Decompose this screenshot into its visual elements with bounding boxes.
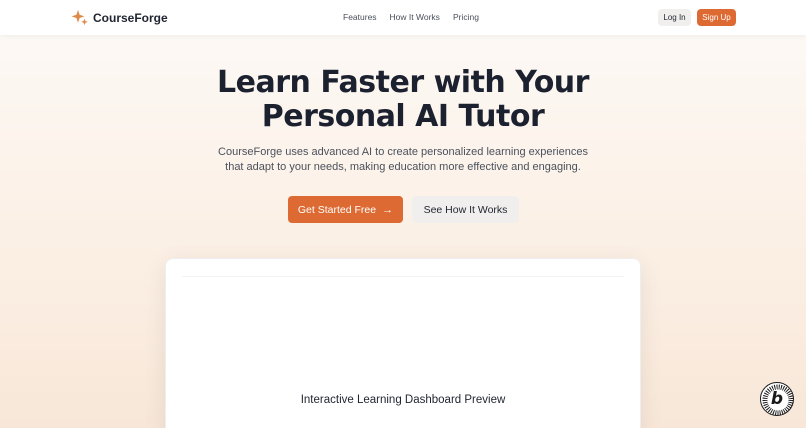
powered-by-badge[interactable]: b <box>760 382 794 416</box>
nav-link-features[interactable]: Features <box>343 12 377 22</box>
top-navbar: CourseForge Features How It Works Pricin… <box>0 0 806 35</box>
get-started-button[interactable]: Get Started Free → <box>288 196 403 223</box>
hero-subtitle-line-2: that adapt to your needs, making educati… <box>225 161 581 173</box>
sparkle-icon <box>71 9 89 27</box>
nav-links: Features How It Works Pricing <box>343 12 492 22</box>
hero-subtitle-line-1: CourseForge uses advanced AI to create p… <box>218 146 588 158</box>
hero-title: Learn Faster with Your Personal AI Tutor <box>0 66 806 134</box>
nav-link-pricing[interactable]: Pricing <box>453 12 479 22</box>
see-how-it-works-button[interactable]: See How It Works <box>412 196 519 223</box>
badge-letter: b <box>770 389 784 409</box>
get-started-label: Get Started Free <box>297 203 377 216</box>
dashboard-preview-label: Interactive Learning Dashboard Preview <box>300 394 506 406</box>
login-button[interactable]: Log In <box>658 9 691 26</box>
nav-link-how-it-works[interactable]: How It Works <box>390 12 440 22</box>
dashboard-preview-card: Interactive Learning Dashboard Preview <box>165 258 641 428</box>
arrow-right-icon: → <box>382 203 394 216</box>
hero-title-line-2: Personal AI Tutor <box>261 99 545 134</box>
brand-name: CourseForge <box>93 11 168 25</box>
brand-logo[interactable]: CourseForge <box>71 9 168 27</box>
hero-subtitle: CourseForge uses advanced AI to create p… <box>0 145 806 175</box>
hero-title-line-1: Learn Faster with Your <box>217 65 589 100</box>
see-how-it-works-label: See How It Works <box>423 203 508 216</box>
signup-button[interactable]: Sign Up <box>697 9 736 26</box>
dashboard-preview-area: Interactive Learning Dashboard Preview <box>182 276 624 428</box>
